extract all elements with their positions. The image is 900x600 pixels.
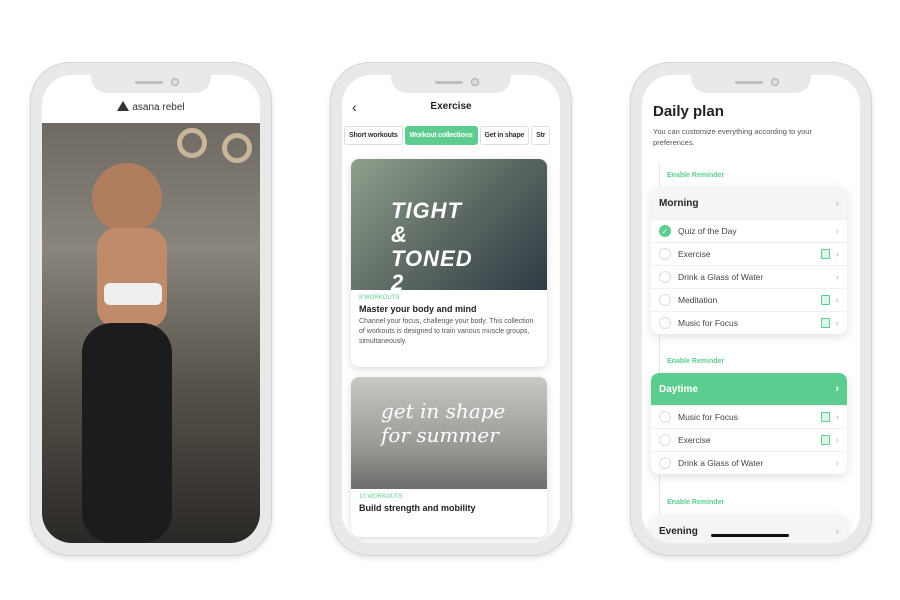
card-image: TIGHT & TONED 2	[351, 159, 547, 295]
enable-reminder-link[interactable]: Enable Reminder	[667, 499, 724, 506]
section-morning: Morning › ✓ Quiz of the Day › Exercise › Drink…	[651, 187, 847, 334]
plan-item-label: Exercise	[678, 249, 711, 259]
chevron-right-icon: ›	[835, 248, 839, 260]
plan-item[interactable]: Drink a Glass of Water ›	[651, 265, 847, 288]
collection-card[interactable]: TIGHT & TONED 2 8 WORKOUTS Master your b…	[351, 159, 547, 367]
tab-short-workouts[interactable]: Short workouts	[344, 126, 403, 145]
card-title: Master your body and mind	[359, 304, 477, 314]
chevron-right-icon: ›	[835, 525, 839, 537]
brand-name: asana rebel	[132, 102, 185, 113]
workout-count: 8 WORKOUTS	[359, 295, 400, 301]
section-header[interactable]: Evening ›	[651, 515, 847, 543]
page-subtitle: You can customize everything according t…	[653, 127, 812, 147]
premium-badge-icon	[820, 295, 830, 305]
chevron-right-icon: ›	[835, 411, 839, 423]
tab-get-in-shape[interactable]: Get in shape	[479, 126, 530, 145]
plan-item[interactable]: Exercise ›	[651, 428, 847, 451]
page-title: Daily plan	[653, 103, 724, 120]
chevron-right-icon: ›	[835, 457, 839, 469]
plan-item[interactable]: Exercise ›	[651, 242, 847, 265]
plan-item[interactable]: Meditation ›	[651, 288, 847, 311]
premium-badge-icon	[820, 318, 830, 328]
checkbox-icon[interactable]	[659, 294, 671, 306]
premium-badge-icon	[820, 435, 830, 445]
phone-exercise: ‹ Exercise Short workouts Workout collect…	[330, 62, 572, 556]
home-indicator	[711, 534, 789, 537]
chevron-right-icon: ›	[835, 294, 839, 306]
plan-item-label: Quiz of the Day	[678, 226, 737, 236]
plan-item-label: Drink a Glass of Water	[678, 458, 764, 468]
workout-count: 10 WORKOUTS	[359, 494, 403, 500]
tab-strength[interactable]: Str	[531, 126, 551, 145]
checkbox-icon[interactable]	[659, 317, 671, 329]
chevron-right-icon: ›	[835, 434, 839, 446]
notch	[691, 75, 811, 93]
section-header[interactable]: Morning ›	[651, 187, 847, 219]
card-image: get in shape for summer	[351, 377, 547, 489]
brand-logo: asana rebel	[42, 101, 260, 113]
premium-badge-icon	[820, 249, 830, 259]
section-title: Morning	[659, 197, 699, 209]
checkbox-icon[interactable]	[659, 457, 671, 469]
premium-badge-icon	[820, 412, 830, 422]
plan-item[interactable]: Drink a Glass of Water ›	[651, 451, 847, 474]
notch	[391, 75, 511, 93]
notch	[91, 75, 211, 93]
checkbox-icon[interactable]: ✓	[659, 225, 671, 237]
checkbox-icon[interactable]	[659, 248, 671, 260]
page-title: Exercise	[430, 101, 472, 112]
chevron-right-icon: ›	[835, 225, 839, 237]
checkbox-icon[interactable]	[659, 271, 671, 283]
checkbox-icon[interactable]	[659, 434, 671, 446]
checkbox-icon[interactable]	[659, 411, 671, 423]
section-title: Daytime	[659, 383, 698, 395]
phone-brand-splash: asana rebel	[30, 62, 272, 556]
section-evening: Evening ›	[651, 515, 847, 543]
tab-workout-collections[interactable]: Workout collections	[404, 126, 478, 145]
plan-item-label: Music for Focus	[678, 412, 738, 422]
plan-item-label: Music for Focus	[678, 318, 738, 328]
hero-photo	[42, 123, 260, 543]
plan-item-label: Meditation	[678, 295, 718, 305]
chevron-right-icon: ›	[835, 197, 839, 209]
card-image-text: get in shape for summer	[381, 399, 506, 447]
section-daytime: Daytime › Music for Focus › Exercise › Drink …	[651, 373, 847, 474]
plan-item-label: Exercise	[678, 435, 711, 445]
phone-daily-plan: Daily plan You can customize everything …	[630, 62, 872, 556]
section-header[interactable]: Daytime ›	[651, 373, 847, 405]
chevron-right-icon: ›	[835, 271, 839, 283]
enable-reminder-link[interactable]: Enable Reminder	[667, 172, 724, 179]
plan-item-label: Drink a Glass of Water	[678, 272, 764, 282]
category-tabs: Short workouts Workout collections Get in …	[344, 124, 551, 145]
chevron-right-icon: ›	[835, 383, 839, 395]
card-image-text: TIGHT & TONED 2	[391, 198, 473, 295]
logo-icon	[117, 101, 130, 111]
plan-item[interactable]: ✓ Quiz of the Day ›	[651, 219, 847, 242]
plan-item[interactable]: Music for Focus ›	[651, 405, 847, 428]
plan-item[interactable]: Music for Focus ›	[651, 311, 847, 334]
card-title: Build strength and mobility	[359, 503, 476, 513]
collection-card[interactable]: get in shape for summer 10 WORKOUTS Buil…	[351, 377, 547, 537]
chevron-right-icon: ›	[835, 317, 839, 329]
card-description: Channel your focus, challenge your body.…	[359, 318, 534, 345]
section-title: Evening	[659, 525, 698, 537]
enable-reminder-link[interactable]: Enable Reminder	[667, 358, 724, 365]
